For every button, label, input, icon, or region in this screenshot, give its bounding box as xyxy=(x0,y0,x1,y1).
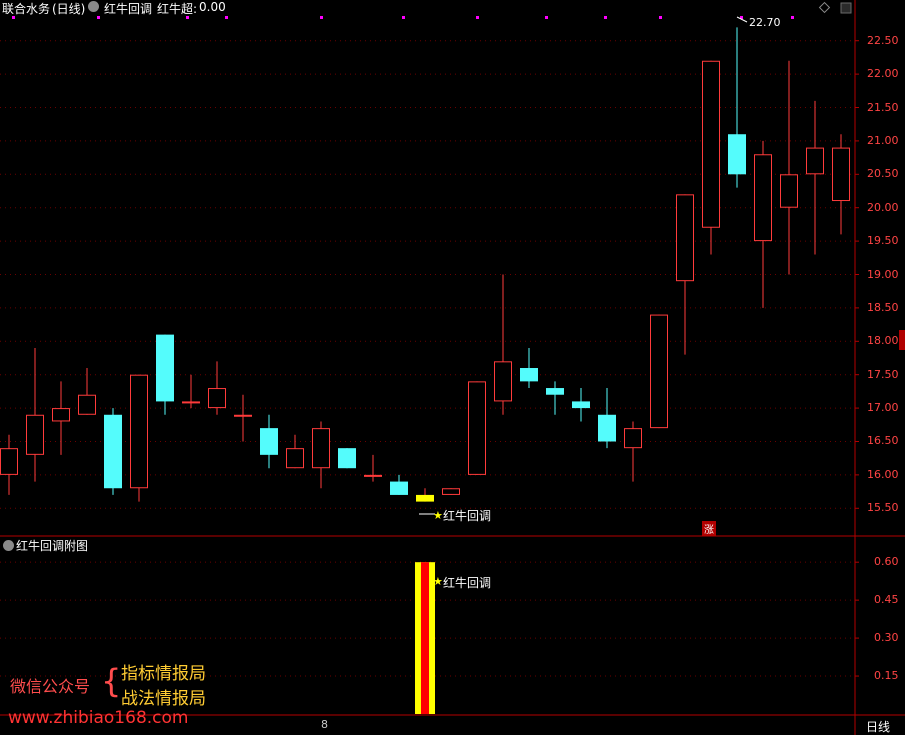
candle-body xyxy=(156,334,174,402)
watermark-url: www.zhibiao168.com xyxy=(8,708,189,728)
marker-dot xyxy=(225,16,228,19)
marker-dot xyxy=(320,16,323,19)
candle-body xyxy=(520,368,538,382)
star-icon: ★ xyxy=(433,575,443,588)
candle-body xyxy=(78,394,96,415)
price-tick-label: 18.00 xyxy=(867,334,899,348)
chevron-down-icon[interactable] xyxy=(88,1,99,12)
watermark-line2: 战法情报局 xyxy=(121,689,206,709)
candle-body xyxy=(494,361,512,402)
price-tick-label: 17.00 xyxy=(867,401,899,415)
marker-dot xyxy=(791,16,794,19)
header-indicator-value-label: 红牛超: xyxy=(157,2,198,16)
expand-icon xyxy=(840,2,852,14)
candle-body xyxy=(546,388,564,395)
price-tick-label: 19.00 xyxy=(867,267,899,281)
price-tick-label: 17.50 xyxy=(867,367,899,381)
candle-body xyxy=(338,448,356,469)
header-stock-name[interactable]: 联合水务 xyxy=(2,0,50,17)
candle-body xyxy=(52,408,70,422)
price-tick-label: 21.50 xyxy=(867,100,899,114)
price-tick-label: 16.00 xyxy=(867,467,899,481)
sub-signal-label: 红牛回调 xyxy=(443,576,492,590)
marker-dot xyxy=(604,16,607,19)
candle-body xyxy=(572,401,590,409)
watermark-line1: 指标情报局 xyxy=(121,664,206,684)
candle-body xyxy=(442,488,460,495)
sub-panel-title[interactable]: 红牛回调附图 xyxy=(16,537,88,554)
footer-month: 8 xyxy=(321,718,328,731)
candle-body xyxy=(650,314,668,429)
price-tick-label: 20.00 xyxy=(867,200,899,214)
candle-body xyxy=(26,414,44,455)
candle-body xyxy=(260,428,278,455)
marker-dot xyxy=(476,16,479,19)
diamond-icon xyxy=(818,1,831,14)
marker-dot xyxy=(659,16,662,19)
chevron-down-icon[interactable] xyxy=(3,540,14,551)
header-period: (日线) xyxy=(52,2,86,16)
candle-body xyxy=(208,388,226,409)
candle-body xyxy=(806,147,824,175)
marker-dot xyxy=(97,16,100,19)
star-icon: ★ xyxy=(433,509,443,522)
price-tick-label: 18.50 xyxy=(867,300,899,314)
current-price-tag xyxy=(899,330,905,350)
candle-body xyxy=(286,448,304,469)
marker-dot xyxy=(545,16,548,19)
price-tick-label: 19.50 xyxy=(867,234,899,248)
price-tick-label: 21.00 xyxy=(867,133,899,147)
watermark-left-text: 微信公众号 xyxy=(10,677,91,696)
price-tick-label: 20.50 xyxy=(867,167,899,181)
candle-body xyxy=(234,414,252,417)
marker-dot xyxy=(402,16,405,19)
signal-bar-inner xyxy=(421,562,429,714)
kline-chart: ★★ xyxy=(0,0,905,735)
sub-tick-label: 0.45 xyxy=(874,593,899,607)
candle-body xyxy=(130,374,148,489)
candle-body xyxy=(364,474,382,477)
candle-body xyxy=(754,154,772,242)
candle-body xyxy=(104,414,122,489)
price-tick-label: 15.50 xyxy=(867,501,899,515)
high-marker-label: 22.70 xyxy=(749,16,781,29)
candle-body xyxy=(390,481,408,495)
price-tick-label: 16.50 xyxy=(867,434,899,448)
header-indicator-name[interactable]: 红牛回调 xyxy=(104,0,152,17)
watermark-brace: { xyxy=(101,662,122,700)
sub-tick-label: 0.15 xyxy=(874,669,899,683)
sub-tick-label: 0.60 xyxy=(874,555,899,569)
price-tick-label: 22.00 xyxy=(867,67,899,81)
main-signal-label: 红牛回调 xyxy=(443,509,492,523)
limit-badge: 涨 xyxy=(702,521,716,536)
price-tick-label: 22.50 xyxy=(867,33,899,47)
candle-body xyxy=(728,134,746,175)
candle-body xyxy=(832,147,850,202)
candle-body xyxy=(312,428,330,469)
candle-body xyxy=(598,414,616,442)
candle-body xyxy=(676,194,694,282)
sub-tick-label: 0.30 xyxy=(874,631,899,645)
candle-body xyxy=(780,174,798,208)
period-button[interactable]: 日线 xyxy=(866,718,890,735)
candle-body xyxy=(182,401,200,404)
candle-body xyxy=(624,428,642,449)
candle-body xyxy=(702,60,720,228)
candle-body xyxy=(468,381,486,475)
candle-body xyxy=(416,494,434,502)
candle-body xyxy=(0,448,18,475)
header-indicator-value: 0.00 xyxy=(199,0,226,14)
